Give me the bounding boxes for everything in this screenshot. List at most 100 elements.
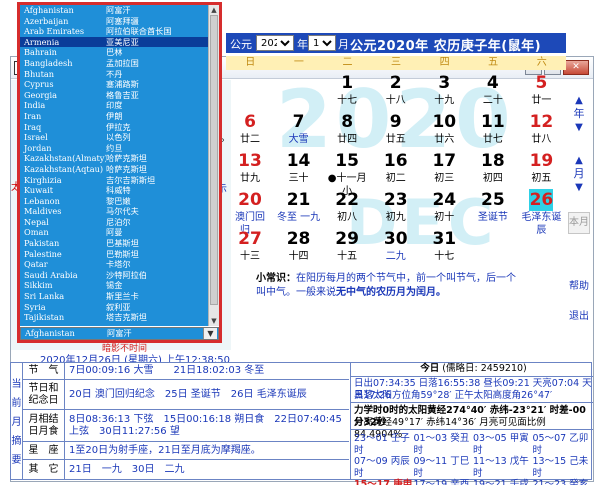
country-list-scrollbar[interactable]: ▲ ▼ xyxy=(208,5,219,326)
country-option[interactable]: Iraq 伊拉克 xyxy=(20,122,208,133)
day-cell[interactable]: 25 圣诞节 xyxy=(469,189,517,228)
day-cell[interactable]: 11 廿七 xyxy=(469,111,517,150)
exit-button[interactable]: 退出 xyxy=(568,310,590,323)
country-option[interactable]: Kazakhstan(Aqtau) 哈萨克斯坦 xyxy=(20,164,208,175)
country-option[interactable]: Israel 以色列 xyxy=(20,132,208,143)
country-option[interactable]: Oman 阿曼 xyxy=(20,227,208,238)
info-panel: 当 前 月 摘 要 节 气 7日00:09:16 大雪 21日18:02:03 … xyxy=(10,362,593,485)
year-down-button[interactable]: ▼ xyxy=(568,121,590,134)
country-option[interactable]: Bangladesh 孟加拉国 xyxy=(20,58,208,69)
country-name-cn: 格鲁吉亚 xyxy=(106,89,139,100)
country-name-cn: 锡金 xyxy=(106,280,123,291)
country-option[interactable]: Arab Emirates 阿拉伯联合酋长国 xyxy=(20,26,208,37)
country-option[interactable]: Iran 伊朗 xyxy=(20,111,208,122)
country-name-en: Kazakhstan(Almaty) xyxy=(24,153,106,164)
day-cell[interactable]: 2 十八 xyxy=(372,72,420,111)
day-cell[interactable]: 22 初八 xyxy=(323,189,371,228)
month-up-button[interactable]: ▲ xyxy=(568,154,590,167)
country-option[interactable]: Bahrain 巴林 xyxy=(20,47,208,58)
day-cell[interactable]: 7 大雪 xyxy=(275,111,323,150)
day-cell[interactable]: 30 二九 xyxy=(372,228,420,267)
country-option[interactable]: Sri Lanka 斯里兰卡 xyxy=(20,291,208,302)
month-select[interactable]: 12 xyxy=(308,35,336,51)
day-cell[interactable]: 28 十四 xyxy=(275,228,323,267)
country-name-en: Israel xyxy=(24,132,48,143)
day-cell[interactable]: 21 冬至 一九 xyxy=(275,189,323,228)
country-name-cn: 约旦 xyxy=(106,142,123,153)
country-name-cn: 科威特 xyxy=(106,185,131,196)
scroll-down-icon[interactable]: ▼ xyxy=(209,316,219,326)
day-cell[interactable]: 20 澳门回归… xyxy=(226,189,274,236)
country-option[interactable]: Kazakhstan(Almaty) 哈萨克斯坦 xyxy=(20,153,208,164)
country-option[interactable]: Maldives 马尔代夫 xyxy=(20,206,208,217)
day-cell[interactable]: 8 廿四 xyxy=(323,111,371,150)
day-cell[interactable]: 4 二十 xyxy=(469,72,517,111)
day-cell[interactable]: 18 初四 xyxy=(469,150,517,189)
day-cell[interactable]: 1 十七 xyxy=(323,72,371,111)
day-cell[interactable]: 17 初三 xyxy=(420,150,468,189)
day-cell[interactable]: 16 初二 xyxy=(372,150,420,189)
chevron-down-icon[interactable]: ▼ xyxy=(203,328,217,339)
country-option[interactable]: Tajikistan 塔吉克斯坦 xyxy=(20,312,208,323)
country-list[interactable]: Afghanistan 阿富汗 Azerbaijan 阿塞拜疆 Arab Emirate… xyxy=(20,5,208,326)
day-number: 11 xyxy=(481,112,505,132)
country-option[interactable]: Cyprus 塞浦路斯 xyxy=(20,79,208,90)
day-cell[interactable]: 29 十五 xyxy=(323,228,371,267)
hour-branch: 13～15 己未时 xyxy=(532,456,589,479)
country-dropdown[interactable]: Afghanistan 阿富汗 Azerbaijan 阿塞拜疆 Arab Emirate… xyxy=(17,2,222,343)
country-option[interactable]: Azerbaijan 阿塞拜疆 xyxy=(20,16,208,27)
country-option[interactable]: Afghanistan 阿富汗 xyxy=(20,5,208,16)
tip-text-2b: 无中气的农历月为闰月。 xyxy=(336,287,446,298)
country-option[interactable]: Syria 叙利亚 xyxy=(20,302,208,313)
day-cell[interactable]: 26 毛泽东诞辰 xyxy=(517,189,565,236)
day-number: 1 xyxy=(341,73,354,93)
day-number: 24 xyxy=(432,190,457,210)
day-cell[interactable]: 10 廿六 xyxy=(420,111,468,150)
day-number: 9 xyxy=(389,112,402,132)
country-option[interactable]: Pakistan 巴基斯坦 xyxy=(20,238,208,249)
day-cell[interactable]: 5 廿一 xyxy=(517,72,565,111)
country-option[interactable]: Sikkim 锡金 xyxy=(20,280,208,291)
day-cell[interactable]: 19 初五 xyxy=(517,150,565,189)
day-cell[interactable]: 23 初九 xyxy=(372,189,420,228)
day-cell[interactable]: 14 三十 xyxy=(275,150,323,189)
day-cell[interactable]: 3 十九 xyxy=(420,72,468,111)
day-cell[interactable]: 6 廿二 xyxy=(226,111,274,150)
lunar-label: 十七 xyxy=(337,95,358,106)
country-name-cn: 塔吉克斯坦 xyxy=(106,312,147,323)
day-cell[interactable]: 24 初十 xyxy=(420,189,468,228)
country-option[interactable]: Kuwait 科威特 xyxy=(20,185,208,196)
this-month-button[interactable]: 本月 xyxy=(568,212,590,234)
day-cell[interactable]: 31 十七 xyxy=(420,228,468,267)
country-option[interactable]: India 印度 xyxy=(20,100,208,111)
country-option[interactable]: Bhutan 不丹 xyxy=(20,69,208,80)
scroll-thumb[interactable] xyxy=(210,15,218,305)
day-cell[interactable]: 15 ●十一月小 xyxy=(323,150,371,197)
row-value: 1至20日为射手座，21日至月底为摩羯座。 xyxy=(69,444,261,456)
country-option[interactable]: Saudi Arabia 沙特阿拉伯 xyxy=(20,270,208,281)
scroll-up-icon[interactable]: ▲ xyxy=(209,5,219,15)
row-value: 21日 一九 30日 二九 xyxy=(69,463,185,475)
country-name-en: Maldives xyxy=(24,206,62,217)
day-cell[interactable]: 13 廿九 xyxy=(226,150,274,189)
year-select[interactable]: 2020 xyxy=(256,35,294,51)
help-button[interactable]: 帮助 xyxy=(568,280,590,293)
today-panel: 今日 (儒略日: 2459210) 日出07:34:35 日落16:55:38 … xyxy=(350,363,593,485)
country-option[interactable]: Palestine 巴勒斯坦 xyxy=(20,249,208,260)
country-option[interactable]: Kirghizia 吉尔吉斯斯坦 xyxy=(20,175,208,186)
day-cell[interactable]: 9 廿五 xyxy=(372,111,420,150)
country-option[interactable]: Georgia 格鲁吉亚 xyxy=(20,90,208,101)
year-up-button[interactable]: ▲ xyxy=(568,94,590,107)
row-holidays: 节日和 纪念日 20日 澳门回归纪念 25日 圣诞节 26日 毛泽东诞辰 xyxy=(23,380,349,410)
country-option[interactable]: Qatar 卡塔尔 xyxy=(20,259,208,270)
hour-branch: 01～03 癸丑时 xyxy=(413,433,470,456)
day-cell[interactable]: 27 十三 xyxy=(226,228,274,267)
country-option[interactable]: Nepal 尼泊尔 xyxy=(20,217,208,228)
month-down-button[interactable]: ▼ xyxy=(568,181,590,194)
country-option[interactable]: Lebanon 黎巴嫩 xyxy=(20,196,208,207)
country-combo[interactable]: Afghanistan 阿富汗 ▼ xyxy=(20,327,219,340)
country-option[interactable]: Armenia 亚美尼亚 xyxy=(20,36,208,48)
close-button[interactable]: ✕ xyxy=(563,60,589,75)
country-option[interactable]: Jordan 约旦 xyxy=(20,143,208,154)
day-cell[interactable]: 12 廿八 xyxy=(517,111,565,150)
